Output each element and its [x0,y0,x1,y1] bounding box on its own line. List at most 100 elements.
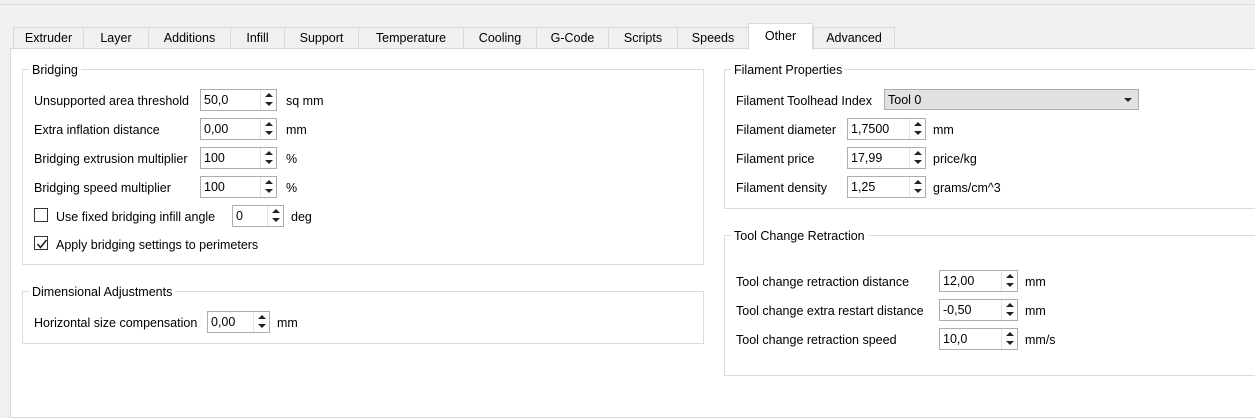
tab-layer[interactable]: Layer [83,27,149,49]
horizontal-comp-value: 0,00 [211,315,236,329]
spin-arrows [260,148,276,168]
speed-mult-spinbox[interactable]: 100 [200,176,277,198]
toolhead-index-value: Tool 0 [888,93,922,107]
spin-arrows [909,177,925,197]
apply-perimeters-checkbox[interactable] [34,236,48,250]
bridging-group-title: Bridging [29,63,81,77]
tool-change-group-title: Tool Change Retraction [731,229,868,243]
increment-arrow-icon[interactable] [254,312,269,322]
decrement-arrow-icon[interactable] [261,158,276,168]
fixed-angle-unit: deg [291,210,312,224]
extra-restart-value: -0,50 [943,303,972,317]
speed-mult-unit: % [286,181,298,195]
decrement-arrow-icon[interactable] [1002,281,1017,291]
fixed-angle-label: Use fixed bridging infill angle [56,210,216,224]
filament-diameter-unit: mm [933,123,954,137]
spin-arrows [1001,329,1017,349]
tab-speeds[interactable]: Speeds [677,27,749,49]
increment-arrow-icon[interactable] [910,148,925,158]
fixed-angle-spinbox[interactable]: 0 [232,205,284,227]
filament-price-label: Filament price [736,152,815,166]
decrement-arrow-icon[interactable] [254,322,269,332]
extrusion-mult-unit: % [286,152,298,166]
extra-restart-spinbox[interactable]: -0,50 [939,299,1018,321]
increment-arrow-icon[interactable] [268,206,283,216]
retraction-distance-value: 12,00 [943,274,975,288]
decrement-arrow-icon[interactable] [910,129,925,139]
retraction-speed-label: Tool change retraction speed [736,333,897,347]
extrusion-mult-value: 100 [204,151,225,165]
horizontal-comp-unit: mm [277,316,298,330]
toolhead-index-dropdown[interactable]: Tool 0 [884,89,1139,110]
unsupported-area-unit: sq mm [286,94,324,108]
tab-support[interactable]: Support [284,27,359,49]
spin-arrows [260,90,276,110]
increment-arrow-icon[interactable] [1002,300,1017,310]
decrement-arrow-icon[interactable] [1002,310,1017,320]
unsupported-area-label: Unsupported area threshold [34,94,189,108]
spin-arrows [909,119,925,139]
filament-diameter-spinbox[interactable]: 1,7500 [847,118,926,140]
extrusion-mult-label: Bridging extrusion multiplier [34,152,188,166]
decrement-arrow-icon[interactable] [910,158,925,168]
retraction-distance-spinbox[interactable]: 12,00 [939,270,1018,292]
increment-arrow-icon[interactable] [261,90,276,100]
retraction-speed-spinbox[interactable]: 10,0 [939,328,1018,350]
tab-additions[interactable]: Additions [148,27,231,49]
decrement-arrow-icon[interactable] [1002,339,1017,349]
extra-restart-label: Tool change extra restart distance [736,304,924,318]
decrement-arrow-icon[interactable] [910,187,925,197]
toolhead-index-label: Filament Toolhead Index [736,94,872,108]
tab-gcode[interactable]: G-Code [536,27,609,49]
extra-inflation-spinbox[interactable]: 0,00 [200,118,277,140]
filament-density-value: 1,25 [851,180,876,194]
decrement-arrow-icon[interactable] [261,187,276,197]
tab-other[interactable]: Other [748,23,813,50]
decrement-arrow-icon[interactable] [268,216,283,226]
filament-diameter-label: Filament diameter [736,123,837,137]
apply-perimeters-label: Apply bridging settings to perimeters [56,238,259,252]
spin-arrows [260,177,276,197]
dimensional-group-title: Dimensional Adjustments [29,285,176,299]
filament-diameter-value: 1,7500 [851,122,890,136]
tab-scripts[interactable]: Scripts [608,27,678,49]
increment-arrow-icon[interactable] [261,177,276,187]
filament-price-unit: price/kg [933,152,977,166]
filament-price-spinbox[interactable]: 17,99 [847,147,926,169]
unsupported-area-spinbox[interactable]: 50,0 [200,89,277,111]
increment-arrow-icon[interactable] [910,119,925,129]
extra-restart-unit: mm [1025,304,1046,318]
spin-arrows [1001,300,1017,320]
horizontal-comp-spinbox[interactable]: 0,00 [207,311,270,333]
increment-arrow-icon[interactable] [261,119,276,129]
spin-arrows [267,206,283,226]
checkmark-icon [36,239,48,249]
filament-density-spinbox[interactable]: 1,25 [847,176,926,198]
decrement-arrow-icon[interactable] [261,129,276,139]
extrusion-mult-spinbox[interactable]: 100 [200,147,277,169]
tab-advanced[interactable]: Advanced [813,27,895,49]
tab-extruder[interactable]: Extruder [13,27,84,49]
speed-mult-label: Bridging speed multiplier [34,181,171,195]
increment-arrow-icon[interactable] [1002,329,1017,339]
tab-cooling[interactable]: Cooling [463,27,537,49]
increment-arrow-icon[interactable] [261,148,276,158]
increment-arrow-icon[interactable] [1002,271,1017,281]
spin-arrows [253,312,269,332]
chevron-down-icon [1124,98,1132,102]
retraction-speed-value: 10,0 [943,332,968,346]
window-top-edge [0,0,1255,5]
spin-arrows [1001,271,1017,291]
unsupported-area-value: 50,0 [204,93,229,107]
spin-arrows [260,119,276,139]
speed-mult-value: 100 [204,180,225,194]
fixed-angle-value: 0 [236,209,243,223]
spin-arrows [909,148,925,168]
decrement-arrow-icon[interactable] [261,100,276,110]
filament-density-label: Filament density [736,181,828,195]
increment-arrow-icon[interactable] [910,177,925,187]
tab-temperature[interactable]: Temperature [358,27,464,49]
fixed-angle-checkbox[interactable] [34,208,48,222]
tab-infill[interactable]: Infill [230,27,285,49]
extra-inflation-unit: mm [286,123,307,137]
